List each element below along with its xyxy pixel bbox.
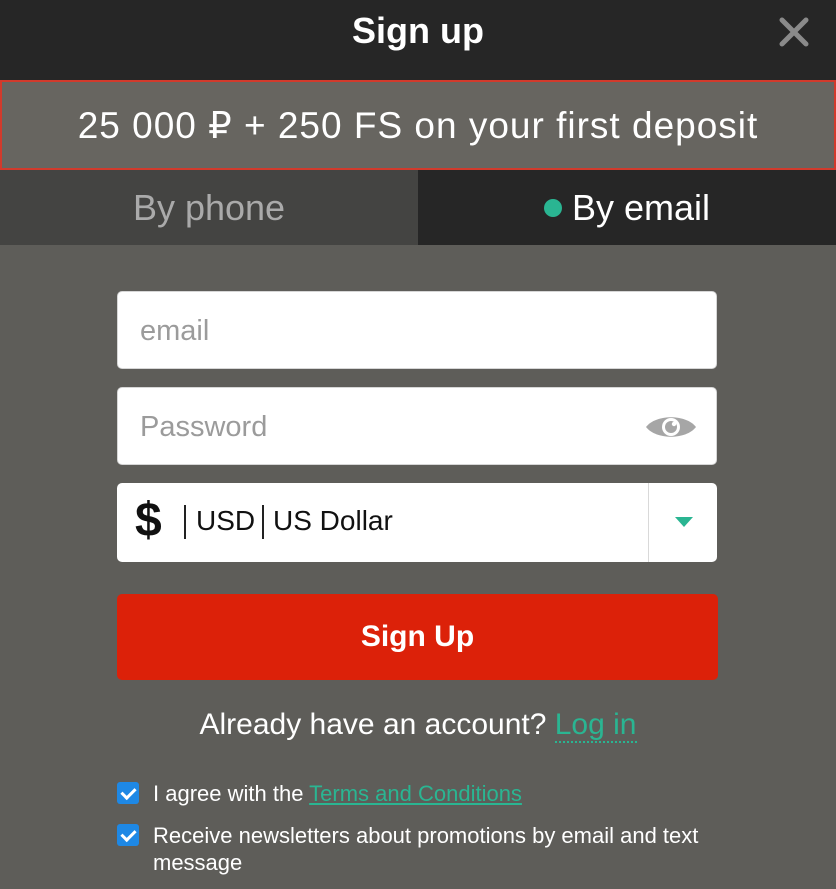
password-field-wrapper: [117, 387, 717, 466]
modal-title: Sign up: [352, 10, 484, 51]
currency-select[interactable]: $ USD US Dollar: [117, 483, 717, 562]
tab-by-phone-label: By phone: [132, 186, 286, 228]
terms-checkbox[interactable]: [117, 782, 139, 804]
login-prompt: Already have an account? Log in: [0, 708, 836, 743]
terms-link[interactable]: Terms and Conditions: [309, 781, 522, 806]
active-dot-icon: [543, 198, 562, 217]
password-field[interactable]: [138, 388, 622, 466]
close-icon[interactable]: [778, 16, 810, 48]
dollar-icon: $: [135, 494, 162, 547]
promo-banner: 25 000 ₽ + 250 FS on your first deposit: [0, 80, 836, 170]
tab-by-email-label: By email: [571, 186, 711, 228]
newsletter-checkbox[interactable]: [117, 824, 139, 846]
newsletter-row: Receive newsletters about promotions by …: [117, 822, 723, 876]
tab-by-email[interactable]: By email: [418, 170, 836, 245]
tab-by-phone[interactable]: By phone: [0, 170, 418, 245]
terms-prefix: I agree with the: [153, 781, 304, 806]
email-field-wrapper: [117, 291, 717, 370]
sign-up-button[interactable]: Sign Up: [117, 594, 718, 680]
login-prompt-text: Already have an account?: [199, 708, 547, 741]
newsletter-text: Receive newsletters about promotions by …: [153, 823, 699, 875]
login-link[interactable]: Log in: [554, 708, 637, 743]
currency-name: US Dollar: [273, 505, 393, 536]
currency-code: USD: [196, 505, 256, 536]
chevron-down-icon[interactable]: [675, 517, 693, 527]
separator: [184, 505, 186, 539]
terms-text: I agree with the Terms and Conditions: [153, 780, 723, 807]
terms-row: I agree with the Terms and Conditions: [117, 780, 723, 807]
select-divider: [648, 483, 649, 562]
signup-method-tabs: By phone By email: [0, 170, 836, 245]
separator: [262, 505, 264, 539]
email-field[interactable]: [138, 292, 622, 370]
eye-icon[interactable]: [644, 412, 698, 442]
modal-header: Sign up: [0, 0, 836, 80]
promo-text: 25 000 ₽ + 250 FS on your first deposit: [77, 104, 759, 146]
